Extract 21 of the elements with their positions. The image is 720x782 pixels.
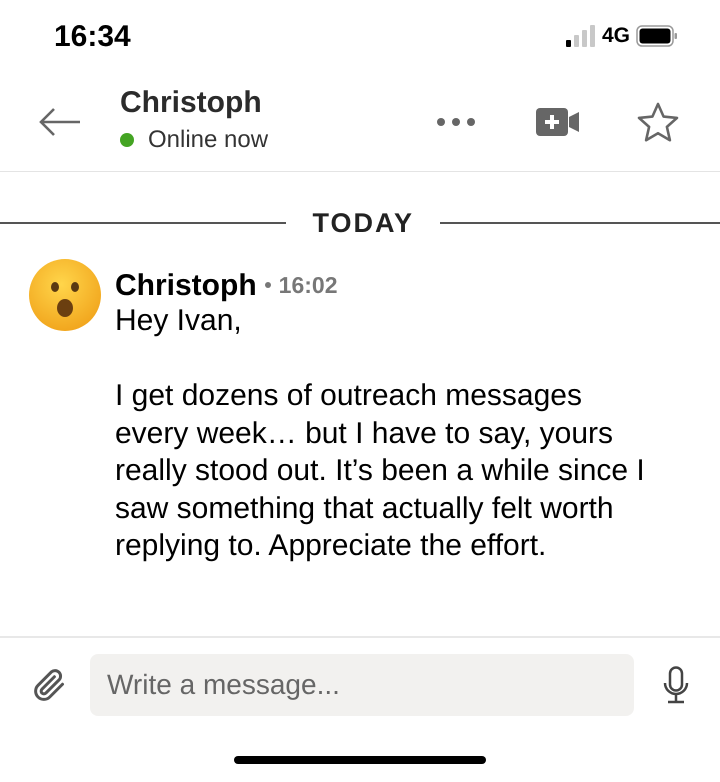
more-icon bbox=[436, 116, 476, 126]
avatar-emoji-icon bbox=[28, 258, 102, 332]
favorite-button[interactable] bbox=[636, 102, 680, 142]
back-arrow-icon bbox=[38, 106, 82, 136]
message-text: Hey Ivan, bbox=[115, 303, 243, 339]
presence-status: Online now bbox=[148, 124, 268, 154]
battery-icon bbox=[636, 25, 678, 47]
microphone-icon bbox=[663, 666, 689, 704]
network-label: 4G bbox=[602, 23, 630, 50]
message-text: I get dozens of outreach messages every week… but I have to say, yours really stood out. It’s been a while since I saw something that actually felt worth replying to. Appreciate the effort. bbox=[115, 378, 646, 564]
date-divider: TODAY bbox=[311, 206, 415, 240]
message-input[interactable]: Write a message... bbox=[90, 654, 634, 716]
signal-icon bbox=[566, 25, 596, 47]
message-time: 16:02 bbox=[278, 270, 338, 300]
paperclip-icon bbox=[31, 667, 67, 703]
contact-name: Christoph bbox=[120, 86, 263, 120]
status-time: 16:34 bbox=[54, 18, 131, 54]
microphone-button[interactable] bbox=[662, 665, 690, 705]
star-icon bbox=[637, 102, 679, 142]
video-plus-icon bbox=[536, 108, 580, 136]
sender-name: Christoph bbox=[115, 268, 257, 304]
